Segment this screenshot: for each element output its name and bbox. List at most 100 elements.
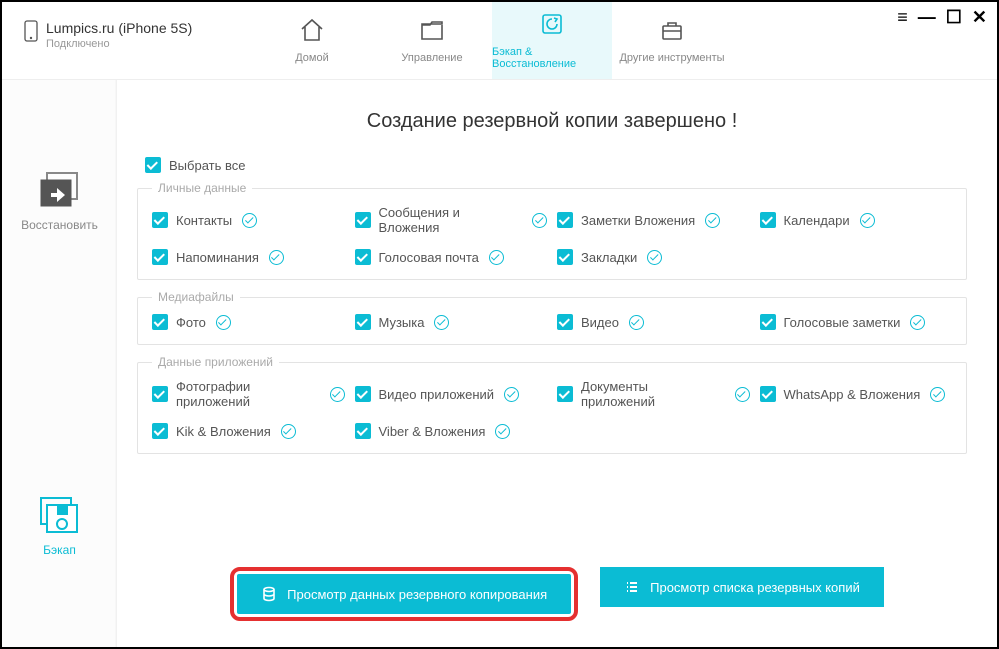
checkbox-icon bbox=[152, 423, 168, 439]
item-voicenotes[interactable]: Голосовые заметки bbox=[760, 314, 953, 330]
highlight-callout: Просмотр данных резервного копирования bbox=[230, 567, 578, 621]
maximize-button[interactable]: ☐ bbox=[946, 8, 962, 26]
view-backup-data-button[interactable]: Просмотр данных резервного копирования bbox=[237, 574, 571, 614]
sidebar-restore[interactable]: Восстановить bbox=[21, 170, 98, 232]
item-label: WhatsApp & Вложения bbox=[784, 387, 921, 402]
folder-icon bbox=[418, 17, 446, 46]
item-whatsapp[interactable]: WhatsApp & Вложения bbox=[760, 379, 953, 409]
group-personal: Личные данные Контакты Сообщения и Вложе… bbox=[137, 181, 967, 280]
status-ok-icon bbox=[860, 213, 875, 228]
checkbox-icon bbox=[557, 212, 573, 228]
sidebar: Восстановить Бэкап bbox=[2, 80, 117, 647]
menu-icon[interactable]: ≡ bbox=[897, 8, 908, 26]
status-ok-icon bbox=[489, 250, 504, 265]
status-ok-icon bbox=[434, 315, 449, 330]
restore-icon bbox=[37, 170, 83, 210]
item-contacts[interactable]: Контакты bbox=[152, 205, 345, 235]
item-kik[interactable]: Kik & Вложения bbox=[152, 423, 345, 439]
select-all-row[interactable]: Выбрать все bbox=[145, 157, 967, 173]
status-ok-icon bbox=[504, 387, 519, 402]
item-messages[interactable]: Сообщения и Вложения bbox=[355, 205, 548, 235]
item-label: Голосовые заметки bbox=[784, 315, 901, 330]
item-notes-attachments[interactable]: Заметки Вложения bbox=[557, 205, 750, 235]
phone-icon bbox=[24, 20, 38, 42]
item-viber[interactable]: Viber & Вложения bbox=[355, 423, 548, 439]
item-video[interactable]: Видео bbox=[557, 314, 750, 330]
status-ok-icon bbox=[281, 424, 296, 439]
status-ok-icon bbox=[930, 387, 945, 402]
app-window: ≡ — ☐ ✕ Lumpics.ru (iPhone 5S) Подключен… bbox=[0, 0, 999, 649]
checkbox-icon bbox=[355, 314, 371, 330]
item-label: Kik & Вложения bbox=[176, 424, 271, 439]
item-label: Музыка bbox=[379, 315, 425, 330]
footer-buttons: Просмотр данных резервного копирования П… bbox=[117, 567, 997, 621]
checkbox-icon bbox=[760, 386, 776, 402]
checkbox-icon bbox=[355, 212, 371, 228]
status-ok-icon bbox=[216, 315, 231, 330]
nav-bar: Домой Управление Бэкап & Восстановление … bbox=[252, 2, 997, 79]
group-media: Медиафайлы Фото Музыка Видео Голосовые з… bbox=[137, 290, 967, 345]
device-info: Lumpics.ru (iPhone 5S) Подключено bbox=[2, 2, 252, 79]
item-label: Видео bbox=[581, 315, 619, 330]
group-personal-title: Личные данные bbox=[152, 181, 252, 195]
item-label: Сообщения и Вложения bbox=[379, 205, 523, 235]
list-icon bbox=[624, 579, 640, 595]
item-reminders[interactable]: Напоминания bbox=[152, 249, 345, 265]
minimize-button[interactable]: — bbox=[918, 8, 936, 26]
group-apps-title: Данные приложений bbox=[152, 355, 279, 369]
checkbox-icon bbox=[152, 386, 168, 402]
status-ok-icon bbox=[647, 250, 662, 265]
view-backup-list-button[interactable]: Просмотр списка резервных копий bbox=[600, 567, 884, 607]
checkbox-icon bbox=[557, 314, 573, 330]
item-voicemail[interactable]: Голосовая почта bbox=[355, 249, 548, 265]
checkbox-icon bbox=[152, 212, 168, 228]
close-button[interactable]: ✕ bbox=[972, 8, 987, 26]
status-ok-icon bbox=[910, 315, 925, 330]
item-label: Видео приложений bbox=[379, 387, 495, 402]
status-ok-icon bbox=[242, 213, 257, 228]
item-label: Фотографии приложений bbox=[176, 379, 320, 409]
backup-icon bbox=[37, 495, 83, 535]
item-app-photos[interactable]: Фотографии приложений bbox=[152, 379, 345, 409]
checkbox-icon bbox=[355, 249, 371, 265]
item-label: Календари bbox=[784, 213, 850, 228]
button-label: Просмотр списка резервных копий bbox=[650, 580, 860, 595]
status-ok-icon bbox=[330, 387, 345, 402]
nav-backup-restore[interactable]: Бэкап & Восстановление bbox=[492, 2, 612, 79]
group-media-title: Медиафайлы bbox=[152, 290, 240, 304]
checkbox-icon bbox=[760, 212, 776, 228]
window-controls: ≡ — ☐ ✕ bbox=[897, 8, 987, 26]
content: Создание резервной копии завершено ! Выб… bbox=[117, 80, 997, 647]
status-ok-icon bbox=[735, 387, 750, 402]
nav-backup-label: Бэкап & Восстановление bbox=[492, 46, 612, 70]
item-calendars[interactable]: Календари bbox=[760, 205, 953, 235]
item-app-video[interactable]: Видео приложений bbox=[355, 379, 548, 409]
nav-tools-label: Другие инструменты bbox=[619, 52, 724, 64]
item-photo[interactable]: Фото bbox=[152, 314, 345, 330]
checkbox-icon bbox=[355, 423, 371, 439]
item-label: Напоминания bbox=[176, 250, 259, 265]
checkbox-icon bbox=[355, 386, 371, 402]
sidebar-backup-label: Бэкап bbox=[43, 543, 76, 557]
home-icon bbox=[298, 17, 326, 46]
database-icon bbox=[261, 586, 277, 602]
headline: Создание резервной копии завершено ! bbox=[137, 110, 967, 133]
status-ok-icon bbox=[532, 213, 547, 228]
item-app-docs[interactable]: Документы приложений bbox=[557, 379, 750, 409]
nav-tools[interactable]: Другие инструменты bbox=[612, 2, 732, 79]
checkbox-icon bbox=[152, 314, 168, 330]
checkbox-icon bbox=[557, 249, 573, 265]
main-body: Восстановить Бэкап Создание резервной ко… bbox=[2, 80, 997, 647]
item-label: Документы приложений bbox=[581, 379, 725, 409]
status-ok-icon bbox=[629, 315, 644, 330]
nav-home[interactable]: Домой bbox=[252, 2, 372, 79]
checkbox-icon bbox=[145, 157, 161, 173]
item-bookmarks[interactable]: Закладки bbox=[557, 249, 750, 265]
nav-manage[interactable]: Управление bbox=[372, 2, 492, 79]
item-label: Закладки bbox=[581, 250, 637, 265]
checkbox-icon bbox=[557, 386, 573, 402]
device-name: Lumpics.ru (iPhone 5S) bbox=[46, 20, 192, 36]
item-music[interactable]: Музыка bbox=[355, 314, 548, 330]
group-apps: Данные приложений Фотографии приложений … bbox=[137, 355, 967, 454]
sidebar-backup[interactable]: Бэкап bbox=[37, 495, 83, 557]
